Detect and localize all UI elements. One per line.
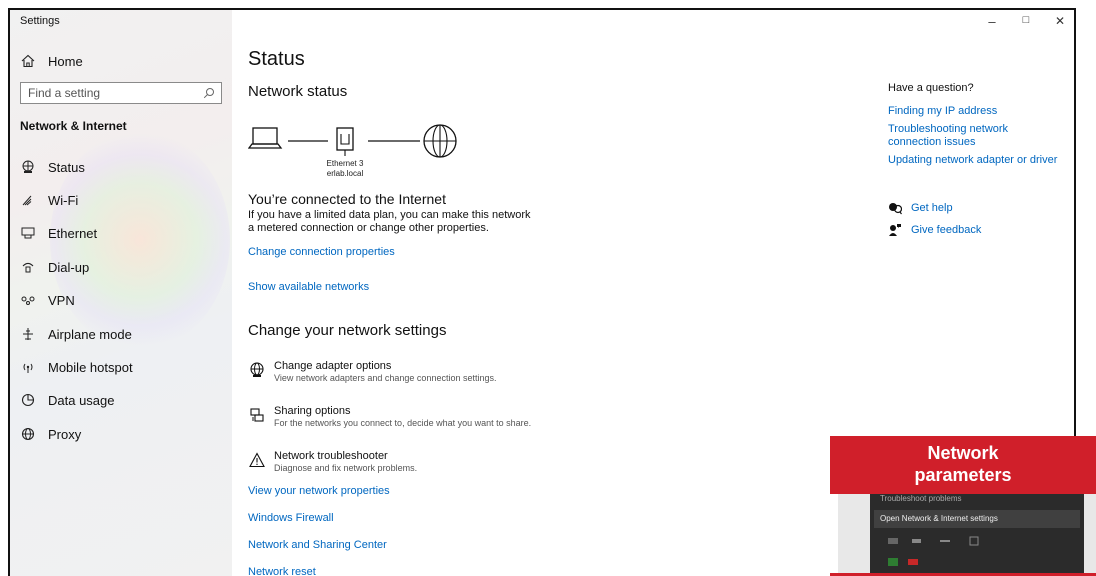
tray-icons xyxy=(888,536,979,566)
get-help-link[interactable]: Get help xyxy=(888,201,953,215)
view-network-properties-link[interactable]: View your network properties xyxy=(248,485,390,497)
warning-icon xyxy=(248,452,266,470)
adapter-icon xyxy=(248,362,266,380)
sidebar-item-wifi[interactable]: Wi-Fi xyxy=(20,192,78,208)
tray-green-icon xyxy=(888,558,898,566)
taskbar-menu-screenshot: Troubleshoot problems Open Network & Int… xyxy=(838,494,1096,576)
vpn-icon xyxy=(20,292,36,308)
option-description: View network adapters and change connect… xyxy=(274,373,497,383)
sidebar-item-airplane[interactable]: Airplane mode xyxy=(20,326,132,342)
home-icon xyxy=(20,53,36,69)
sidebar-item-vpn[interactable]: VPN xyxy=(20,292,75,308)
search-placeholder: Find a setting xyxy=(28,86,101,100)
search-input[interactable]: Find a setting xyxy=(20,82,222,104)
sidebar-home[interactable]: Home xyxy=(20,53,83,69)
sidebar-home-label: Home xyxy=(48,53,83,69)
get-help-label: Get help xyxy=(911,202,953,214)
hotspot-icon xyxy=(20,359,36,375)
tray-cloud-icon xyxy=(912,539,921,543)
sidebar-item-status[interactable]: Status xyxy=(20,159,85,175)
page-title: Status xyxy=(248,48,305,70)
domain-name: erlab.local xyxy=(326,169,364,178)
banner-line-1: Network xyxy=(927,443,999,463)
sidebar-item-proxy[interactable]: Proxy xyxy=(20,426,81,442)
sidebar-item-ethernet[interactable]: Ethernet xyxy=(20,225,97,241)
change-adapter-options[interactable]: Change adapter options View network adap… xyxy=(248,360,496,383)
wifi-icon xyxy=(20,192,36,208)
status-icon xyxy=(20,159,36,175)
page-frame: Settings Home Find a setting Network & I… xyxy=(0,0,1096,576)
connected-text: If you have a limited data plan, you can… xyxy=(248,209,531,234)
show-available-networks-link[interactable]: Show available networks xyxy=(248,281,369,293)
windows-firewall-link[interactable]: Windows Firewall xyxy=(248,512,334,524)
sidebar-item-label: VPN xyxy=(48,292,75,308)
sharing-options[interactable]: Sharing options For the networks you con… xyxy=(248,405,531,428)
sidebar-item-hotspot[interactable]: Mobile hotspot xyxy=(20,359,133,375)
globe-icon xyxy=(423,124,457,158)
proxy-icon xyxy=(20,426,36,442)
question-heading: Have a question? xyxy=(888,82,974,94)
airplane-icon xyxy=(20,326,36,342)
sidebar-section-title: Network & Internet xyxy=(20,119,127,133)
sidebar-item-dialup[interactable]: Dial-up xyxy=(20,259,89,275)
sidebar-item-label: Ethernet xyxy=(48,225,98,241)
network-troubleshooter[interactable]: Network troubleshooter Diagnose and fix … xyxy=(248,450,417,473)
sharing-icon xyxy=(248,407,266,425)
tray-network-icon xyxy=(888,538,898,544)
sidebar-item-label: Status xyxy=(48,159,85,175)
tray-red-icon xyxy=(908,559,918,565)
sidebar-item-label: Data usage xyxy=(48,392,115,408)
network-status-heading: Network status xyxy=(248,83,348,100)
sidebar-item-label: Wi-Fi xyxy=(48,192,79,208)
network-reset-link[interactable]: Network reset xyxy=(248,566,316,576)
laptop-icon xyxy=(248,127,283,149)
open-network-settings-menu-item[interactable]: Open Network & Internet settings xyxy=(874,510,1080,528)
search-icon xyxy=(203,87,215,99)
banner-line-2: parameters xyxy=(914,465,1012,485)
option-title: Sharing options xyxy=(274,405,351,417)
sidebar-item-label: Proxy xyxy=(48,426,82,442)
adapter-name: Ethernet 3 xyxy=(326,159,364,168)
network-sharing-center-link[interactable]: Network and Sharing Center xyxy=(248,539,387,551)
network-diagram-graphic xyxy=(248,124,457,158)
option-title: Change adapter options xyxy=(274,360,392,372)
troubleshoot-menu-item[interactable]: Troubleshoot problems xyxy=(878,494,1076,506)
sidebar-item-label: Dial-up xyxy=(48,259,90,275)
sidebar-item-data-usage[interactable]: Data usage xyxy=(20,392,115,408)
give-feedback-label: Give feedback xyxy=(911,224,982,236)
help-link-updating-adapter[interactable]: Updating network adapter or driver xyxy=(888,154,1063,167)
sidebar-item-label: Mobile hotspot xyxy=(48,359,133,375)
network-parameters-banner: Network parameters xyxy=(830,436,1096,494)
option-description: Diagnose and fix network problems. xyxy=(274,463,418,473)
network-parameters-overlay: Troubleshoot problems Open Network & Int… xyxy=(830,436,1096,576)
help-link-ip-address[interactable]: Finding my IP address xyxy=(888,105,1063,118)
change-connection-properties-link[interactable]: Change connection properties xyxy=(248,246,395,258)
help-link-troubleshooting[interactable]: Troubleshooting network connection issue… xyxy=(888,123,1063,149)
option-description: For the networks you connect to, decide … xyxy=(274,418,532,428)
sidebar: Settings Home Find a setting Network & I… xyxy=(10,10,232,576)
ethernet-icon xyxy=(20,225,36,241)
tray-window-icon xyxy=(969,536,979,546)
tray-menu-icon xyxy=(940,540,950,542)
dialup-icon xyxy=(20,259,36,275)
option-title: Network troubleshooter xyxy=(274,450,388,462)
network-diagram: Ethernet 3 erlab.local xyxy=(248,120,478,180)
connected-heading: You’re connected to the Internet xyxy=(248,191,446,207)
change-settings-heading: Change your network settings xyxy=(248,322,447,339)
window-title: Settings xyxy=(20,15,60,27)
sidebar-item-label: Airplane mode xyxy=(48,326,132,342)
data-usage-icon xyxy=(20,392,36,408)
main-content: Status Network status Ethernet 3 erlab.l… xyxy=(248,10,848,576)
give-feedback-link[interactable]: Give feedback xyxy=(888,223,981,237)
get-help-icon xyxy=(888,201,902,215)
ethernet-port-icon xyxy=(336,127,354,156)
feedback-icon xyxy=(888,223,902,237)
